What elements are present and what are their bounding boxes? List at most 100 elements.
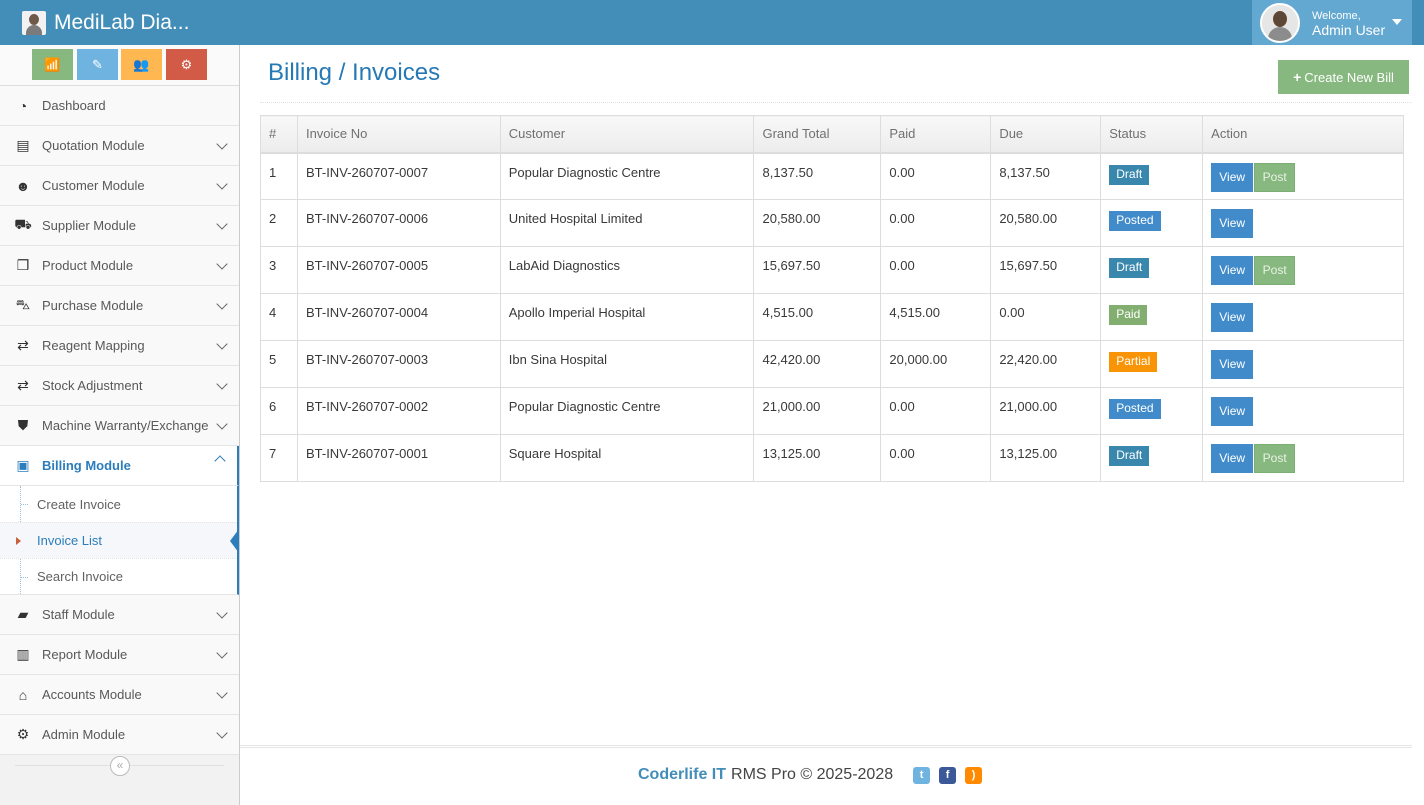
- rss-icon[interactable]: ): [965, 766, 983, 784]
- user-menu-toggle[interactable]: Welcome, Admin User: [1252, 0, 1412, 45]
- cell-action: View: [1202, 199, 1404, 247]
- column-header-invoice-no[interactable]: Invoice No: [296, 115, 501, 154]
- chevron-down-icon: [216, 298, 228, 310]
- post-button[interactable]: Post: [1254, 162, 1296, 192]
- sidebar-item-dashboard[interactable]: ◔ Dashboard: [0, 86, 239, 126]
- footer-copyright: RMS Pro © 2025-2028: [731, 766, 894, 783]
- cell-action: View: [1202, 340, 1404, 388]
- view-button[interactable]: View: [1211, 350, 1254, 379]
- social-links: t f ): [913, 766, 991, 784]
- double-angle-left-icon[interactable]: «: [110, 756, 130, 776]
- shortcut-signal-button[interactable]: 📶: [32, 49, 73, 80]
- sidebar-item-reagent-mapping[interactable]: ⇄ Reagent Mapping: [0, 326, 239, 366]
- view-button[interactable]: View: [1211, 397, 1254, 426]
- sidebar-item-label: Product Module: [42, 258, 134, 273]
- shortcut-pencil-button[interactable]: ✎: [77, 49, 118, 80]
- view-button[interactable]: View: [1211, 256, 1254, 285]
- sidebar-item-billing[interactable]: ▣ Billing Module: [0, 446, 239, 486]
- sidebar-item-stock-adjustment[interactable]: ⇄ Stock Adjustment: [0, 366, 239, 406]
- status-badge: Posted: [1109, 211, 1161, 231]
- sidebar-item-accounts[interactable]: ⌂ Accounts Module: [0, 675, 239, 715]
- sidebar-item-report[interactable]: ▥ Report Module: [0, 635, 239, 675]
- view-button[interactable]: View: [1211, 162, 1254, 192]
- cell-status: Draft: [1100, 246, 1204, 294]
- column-header-num[interactable]: #: [260, 115, 298, 154]
- shortcut-cogs-button[interactable]: ⚙: [166, 49, 207, 80]
- facebook-icon[interactable]: f: [939, 766, 957, 784]
- cell-paid: 20,000.00: [880, 340, 992, 388]
- cell-status: Partial: [1100, 340, 1204, 388]
- footer: Coderlife IT RMS Pro © 2025-2028 t f ): [240, 745, 1412, 805]
- chevron-down-icon: [216, 607, 228, 619]
- create-new-bill-button[interactable]: + Create New Bill: [1278, 60, 1409, 94]
- plus-icon: +: [1293, 69, 1302, 85]
- invoice-table-body: 1 BT-INV-260707-0007 Popular Diagnostic Ce…: [260, 152, 1404, 482]
- table-row: 5 BT-INV-260707-0003 Ibn Sina Hospital 42,4…: [260, 340, 1404, 388]
- chevron-down-icon: [216, 687, 228, 699]
- column-header-due[interactable]: Due: [990, 115, 1102, 154]
- brand[interactable]: MediLab Dia...: [22, 10, 189, 36]
- view-button[interactable]: View: [1211, 209, 1254, 238]
- sidebar-item-staff[interactable]: ▰ Staff Module: [0, 595, 239, 635]
- column-header-grand-total[interactable]: Grand Total: [753, 115, 882, 154]
- chevron-down-icon: [216, 138, 228, 150]
- chevron-down-icon: [216, 727, 228, 739]
- column-header-status[interactable]: Status: [1100, 115, 1204, 154]
- welcome-text: Welcome,: [1312, 9, 1361, 22]
- sidebar-item-customer[interactable]: ☻ Customer Module: [0, 166, 239, 206]
- post-button[interactable]: Post: [1254, 444, 1296, 473]
- shortcut-users-button[interactable]: 👥: [121, 49, 162, 80]
- cell-action: View: [1202, 293, 1404, 341]
- cell-customer: Popular Diagnostic Centre: [499, 387, 755, 435]
- active-pointer-icon: [230, 529, 239, 553]
- table-row: 4 BT-INV-260707-0004 Apollo Imperial Hospi…: [260, 293, 1404, 341]
- sidebar-collapse: «: [0, 752, 239, 780]
- cell-num: 7: [260, 434, 298, 482]
- create-new-bill-label: Create New Bill: [1304, 69, 1394, 85]
- cell-grand-total: 13,125.00: [753, 434, 882, 482]
- cell-grand-total: 21,000.00: [753, 387, 882, 435]
- sidebar-item-admin[interactable]: ⚙ Admin Module: [0, 715, 239, 755]
- cell-status: Draft: [1100, 152, 1204, 200]
- chevron-down-icon: [216, 378, 228, 390]
- submenu-create-invoice[interactable]: Create Invoice: [0, 486, 237, 522]
- submenu-invoice-list[interactable]: Invoice List: [0, 522, 239, 558]
- cell-paid: 0.00: [880, 152, 992, 200]
- sidebar-item-quotation[interactable]: ▤ Quotation Module: [0, 126, 239, 166]
- cell-due: 21,000.00: [990, 387, 1102, 435]
- twitter-icon[interactable]: t: [913, 766, 931, 784]
- column-header-paid[interactable]: Paid: [880, 115, 992, 154]
- cell-status: Posted: [1100, 199, 1204, 247]
- sidebar-item-supplier[interactable]: ⛟ Supplier Module: [0, 206, 239, 246]
- chevron-down-icon: [216, 647, 228, 659]
- cell-invoice-no: BT-INV-260707-0003: [296, 340, 501, 388]
- submenu-item-label: Create Invoice: [37, 496, 121, 512]
- cell-paid: 0.00: [880, 246, 992, 294]
- column-header-customer[interactable]: Customer: [499, 115, 755, 154]
- cell-invoice-no: BT-INV-260707-0006: [296, 199, 501, 247]
- view-button[interactable]: View: [1211, 444, 1254, 473]
- cell-customer: Square Hospital: [499, 434, 755, 482]
- cell-invoice-no: BT-INV-260707-0001: [296, 434, 501, 482]
- sidebar-item-machine-warranty[interactable]: ⛊ Machine Warranty/Exchange: [0, 406, 239, 446]
- table-row: 7 BT-INV-260707-0001 Square Hospital 13,125…: [260, 434, 1404, 482]
- top-navbar: MediLab Dia... Welcome, Admin User: [0, 0, 1424, 45]
- submenu-item-label: Search Invoice: [37, 569, 123, 584]
- cell-grand-total: 42,420.00: [753, 340, 882, 388]
- sidebar-item-product[interactable]: ❒ Product Module: [0, 246, 239, 286]
- chevron-down-icon: [216, 338, 228, 350]
- sidebar-item-label: Stock Adjustment: [42, 378, 143, 393]
- submenu-search-invoice[interactable]: Search Invoice: [0, 558, 237, 594]
- cogs-icon: ⚙: [180, 56, 193, 72]
- exchange-icon: ⇄: [17, 377, 29, 393]
- invoice-table-wrapper: # Invoice No Customer Grand Total Paid D…: [260, 115, 1404, 482]
- exchange-icon: ⇄: [17, 337, 29, 353]
- sidebar-nav: ◔ Dashboard ▤ Quotation Module ☻ Custome…: [0, 86, 239, 486]
- sidebar-item-label: Reagent Mapping: [42, 338, 145, 353]
- post-button[interactable]: Post: [1254, 256, 1296, 285]
- cell-grand-total: 20,580.00: [753, 199, 882, 247]
- view-button[interactable]: View: [1211, 303, 1254, 332]
- status-badge: Draft: [1109, 164, 1150, 185]
- sidebar-item-purchase[interactable]: ⛍ Purchase Module: [0, 286, 239, 326]
- users-icon: 👥: [133, 56, 150, 72]
